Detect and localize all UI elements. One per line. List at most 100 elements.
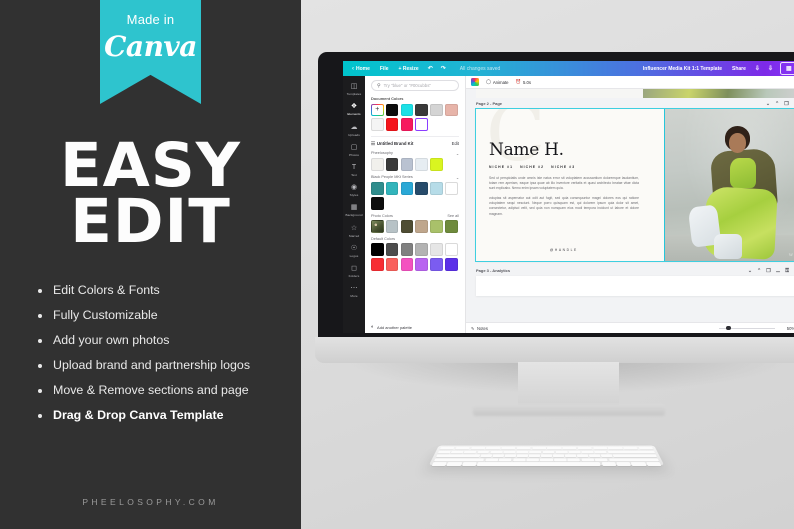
resize-button[interactable]: + Resize xyxy=(394,66,424,72)
upload-icon[interactable]: ⇩ xyxy=(751,65,764,72)
animate-button[interactable]: ◯ Animate xyxy=(486,79,509,85)
color-swatch[interactable] xyxy=(371,182,384,196)
sidebar-item-elements[interactable]: ❖ Elements xyxy=(343,99,365,119)
color-swatch[interactable] xyxy=(400,258,414,271)
share-button[interactable]: Share xyxy=(727,66,751,72)
page-2-canvas[interactable]: C Name H. NICHE #1 NICHE #2 NICHE #3 Sed… xyxy=(475,108,794,262)
photo-colors-see-all[interactable]: See all xyxy=(447,214,459,218)
color-swatch[interactable] xyxy=(415,258,428,271)
zoom-slider[interactable] xyxy=(719,325,776,331)
page-3-canvas[interactable] xyxy=(476,276,794,296)
sidebar-item-starred[interactable]: ☆ Starred xyxy=(343,220,365,240)
color-swatch[interactable] xyxy=(415,182,428,196)
redo-icon[interactable]: ↷ xyxy=(437,65,450,72)
color-swatch[interactable] xyxy=(385,118,399,131)
sidebar-item-styles[interactable]: ◉ Styles xyxy=(343,180,365,200)
download-icon[interactable]: ⇩ xyxy=(764,65,777,72)
sidebar-item-more[interactable]: ⋯ More xyxy=(343,281,365,301)
color-swatch[interactable] xyxy=(400,103,414,117)
search-input[interactable]: ⚲ Try "blue" or "#00cubbs" xyxy=(371,80,459,91)
chevron-up-icon[interactable]: ⌄ xyxy=(748,268,752,274)
color-swatch[interactable] xyxy=(371,197,384,210)
design-name-heading[interactable]: Name H. xyxy=(489,140,655,160)
color-swatch[interactable] xyxy=(430,243,443,257)
color-swatch[interactable] xyxy=(385,258,399,271)
sidebar-item-photos[interactable]: ▢ Photos xyxy=(343,140,365,160)
zoom-level: 50% xyxy=(786,325,794,331)
color-swatch[interactable] xyxy=(444,258,458,271)
sidebar-item-label: Logos xyxy=(349,253,359,258)
color-swatch[interactable] xyxy=(400,220,414,233)
color-swatch[interactable] xyxy=(415,103,428,117)
chevron-down-icon[interactable]: ⌃ xyxy=(775,101,779,107)
color-swatch[interactable] xyxy=(430,258,443,271)
color-swatch[interactable] xyxy=(400,243,414,257)
file-menu-button[interactable]: File xyxy=(375,66,394,72)
sidebar-item-templates[interactable]: ◫ Templates xyxy=(343,79,365,99)
color-swatch-selected[interactable] xyxy=(415,118,428,131)
color-swatch[interactable] xyxy=(444,182,458,196)
lock-icon[interactable]: ⚿ xyxy=(785,268,789,274)
back-button[interactable]: ‹ Home xyxy=(347,66,375,72)
trash-icon[interactable]: ⚊ xyxy=(776,268,780,274)
palette-name: Black People MKt Series xyxy=(371,175,413,180)
palette-swatches-pheelosophy xyxy=(371,158,459,171)
chevron-up-icon[interactable]: ⌄ xyxy=(766,101,770,107)
chevron-down-icon[interactable]: ⌄ xyxy=(456,175,459,180)
document-title[interactable]: Influencer Media Kit 1:1 Template xyxy=(638,66,727,72)
color-swatch[interactable] xyxy=(444,243,458,257)
notes-button[interactable]: ✎ Notes xyxy=(471,326,488,331)
color-swatch[interactable] xyxy=(385,158,399,171)
canva-sidebar-rail: ◫ Templates ❖ Elements ☁ Uploads ▢ Photo… xyxy=(343,76,365,333)
color-swatch[interactable] xyxy=(444,103,458,117)
sidebar-item-text[interactable]: T Text xyxy=(343,160,365,180)
color-swatch[interactable] xyxy=(415,158,428,171)
color-swatch[interactable] xyxy=(385,103,399,117)
zoom-slider-knob[interactable] xyxy=(726,325,731,331)
color-swatch[interactable] xyxy=(371,243,384,257)
color-swatch[interactable] xyxy=(400,182,414,196)
color-swatch[interactable] xyxy=(430,103,443,117)
add-color-swatch[interactable]: + xyxy=(371,104,384,117)
color-swatch[interactable] xyxy=(444,220,458,233)
color-swatch[interactable] xyxy=(400,118,414,131)
niche-item: NICHE #3 xyxy=(551,165,576,169)
design-page[interactable]: C Name H. NICHE #1 NICHE #2 NICHE #3 Sed… xyxy=(475,108,794,262)
palette-header-pheelosophy: Pheelosophy ⌄ xyxy=(371,151,459,156)
page-1-preview[interactable] xyxy=(476,89,794,98)
duplicate-icon[interactable]: ❐ xyxy=(766,268,770,274)
color-swatch[interactable] xyxy=(415,220,428,233)
page-2-tools: ⌄ ⌃ ❐ ⚊ ⚿ xyxy=(766,101,794,107)
headline-line-2: EDIT xyxy=(70,186,231,258)
color-swatch[interactable] xyxy=(385,220,399,233)
sidebar-item-logos[interactable]: ☉ Logos xyxy=(343,241,365,261)
color-swatch-icon[interactable] xyxy=(471,78,479,86)
canvas-scroll-area[interactable]: Page 2 - Page ⌄ ⌃ ❐ ⚊ ⚿ C xyxy=(466,89,794,322)
color-swatch[interactable] xyxy=(415,243,428,257)
chevron-down-icon[interactable]: ⌃ xyxy=(757,268,761,274)
color-swatch[interactable] xyxy=(430,220,443,233)
color-swatch[interactable] xyxy=(371,158,384,171)
photo-thumbnail-swatch[interactable] xyxy=(371,220,384,233)
color-swatch[interactable] xyxy=(371,258,384,271)
sidebar-item-uploads[interactable]: ☁ Uploads xyxy=(343,119,365,139)
color-swatch[interactable] xyxy=(430,182,443,196)
color-swatch[interactable] xyxy=(385,182,399,196)
clock-icon: ⏰ xyxy=(515,79,521,84)
add-another-palette-button[interactable]: ◐ Add another palette xyxy=(371,324,412,330)
duplicate-icon[interactable]: ❐ xyxy=(784,101,788,107)
undo-icon[interactable]: ↶ xyxy=(424,65,437,72)
present-button[interactable]: ▦ Present xyxy=(779,62,794,75)
color-swatch[interactable] xyxy=(430,158,443,171)
color-swatch[interactable] xyxy=(400,158,414,171)
duration-button[interactable]: ⏰ 5.0s xyxy=(516,79,531,85)
chevron-down-icon[interactable]: ⌄ xyxy=(456,151,459,156)
brand-kit-edit-button[interactable]: Edit xyxy=(452,141,459,146)
color-swatch[interactable] xyxy=(385,243,399,257)
color-swatch[interactable] xyxy=(371,118,384,131)
sidebar-item-folders[interactable]: ◻ Folders xyxy=(343,261,365,281)
sidebar-item-background[interactable]: ▦ Background xyxy=(343,200,365,220)
keyboard-row xyxy=(437,450,656,454)
sidebar-item-label: Elements xyxy=(347,112,361,117)
default-colors-swatches xyxy=(371,243,459,271)
